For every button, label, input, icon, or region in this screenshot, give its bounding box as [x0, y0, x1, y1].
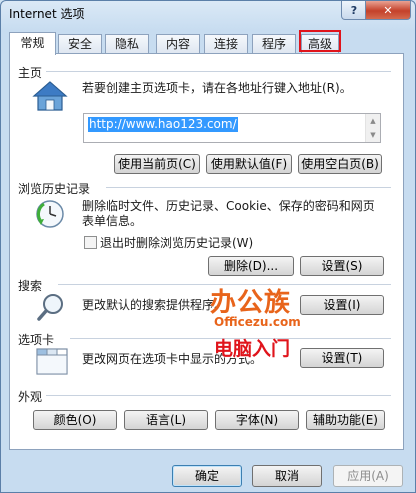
use-current-button[interactable]: 使用当前页(C) [114, 154, 200, 174]
colors-button[interactable]: 颜色(O) [33, 410, 117, 430]
watermark-brand: 办公族 [210, 288, 292, 318]
use-blank-button[interactable]: 使用空白页(B) [298, 154, 382, 174]
tab-security[interactable]: 安全 [58, 34, 102, 53]
magnifier-icon [37, 294, 63, 321]
tab-content[interactable]: 内容 [156, 34, 200, 53]
history-divider [106, 187, 391, 188]
scroll-down-icon[interactable]: ▼ [366, 128, 380, 142]
scroll-up-icon[interactable]: ▲ [366, 114, 380, 128]
tab-programs[interactable]: 程序 [252, 34, 296, 53]
title-bar: Internet 选项 ? ✕ [1, 1, 415, 27]
tabs-settings-button[interactable]: 设置(T) [300, 348, 384, 368]
cancel-button[interactable]: 取消 [252, 465, 322, 487]
tab-connections[interactable]: 连接 [204, 34, 248, 53]
appearance-divider [46, 395, 391, 396]
home-divider [46, 71, 391, 72]
accessibility-button[interactable]: 辅助功能(E) [306, 410, 385, 430]
delete-history-on-exit-label[interactable]: 退出时删除浏览历史记录(W) [100, 234, 253, 251]
search-description: 更改默认的搜索提供程序。 [82, 298, 227, 312]
history-settings-button[interactable]: 设置(S) [300, 256, 384, 276]
home-instruction: 若要创建主页选项卡，请在各地址行键入地址(R)。 [82, 81, 352, 95]
apply-button[interactable]: 应用(A) [333, 465, 403, 487]
history-description-line2: 表单信息。 [82, 214, 143, 228]
home-page-url-input[interactable]: http://www.hao123.com/ ▲ ▼ [83, 113, 381, 143]
ok-button[interactable]: 确定 [172, 465, 242, 487]
window-title: Internet 选项 [9, 7, 85, 21]
use-default-button[interactable]: 使用默认值(F) [206, 154, 292, 174]
tab-general[interactable]: 常规 [9, 32, 56, 55]
delete-history-button[interactable]: 删除(D)... [208, 256, 294, 276]
home-section-header: 主页 [18, 66, 43, 80]
advanced-tab-highlight-box [299, 30, 341, 52]
search-settings-button[interactable]: 设置(I) [300, 295, 384, 315]
house-icon [32, 81, 68, 111]
close-button[interactable]: ✕ [365, 1, 411, 20]
history-clock-icon [36, 200, 64, 228]
history-section-header: 浏览历史记录 [18, 182, 91, 196]
languages-button[interactable]: 语言(L) [124, 410, 208, 430]
tabs-window-icon [36, 348, 68, 375]
tab-privacy[interactable]: 隐私 [105, 34, 149, 53]
delete-history-on-exit-checkbox[interactable] [84, 236, 97, 249]
url-scrollbar[interactable]: ▲ ▼ [365, 114, 380, 142]
watermark-tagline: 电脑入门 [214, 338, 291, 360]
home-page-url-value: http://www.hao123.com/ [88, 117, 238, 132]
help-button[interactable]: ? [341, 1, 367, 20]
history-description-line1: 删除临时文件、历史记录、Cookie、保存的密码和网页 [82, 199, 375, 213]
fonts-button[interactable]: 字体(N) [215, 410, 299, 430]
appearance-section-header: 外观 [18, 390, 43, 404]
watermark-site: Officezu.com [214, 315, 301, 329]
